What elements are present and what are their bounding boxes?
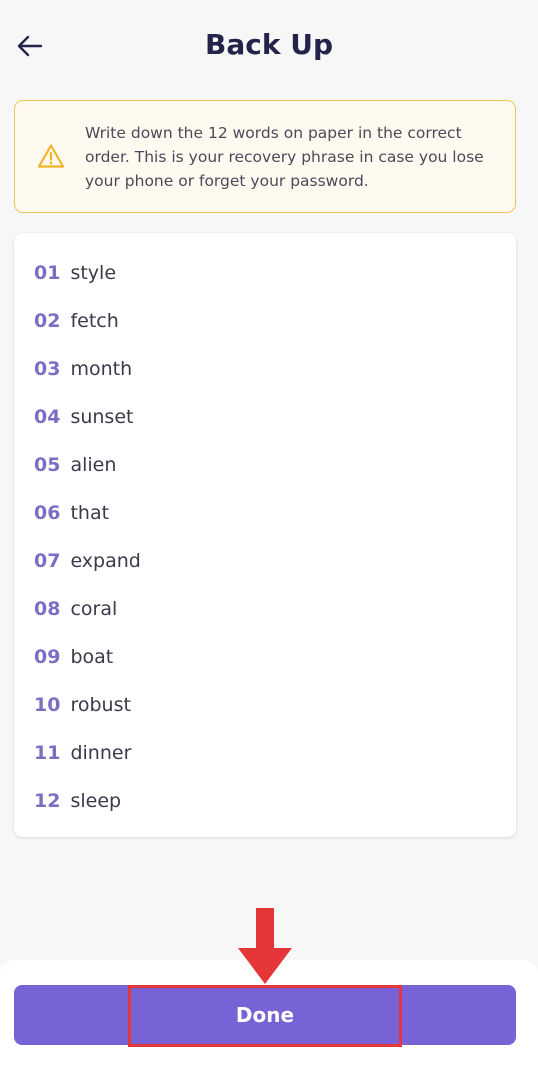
word-number: 05: [34, 454, 61, 476]
word-text: alien: [70, 454, 117, 476]
word-number: 04: [34, 406, 61, 428]
word-number: 03: [34, 358, 61, 380]
word-number: 01: [34, 262, 61, 284]
word-number: 12: [34, 790, 61, 812]
word-text: style: [70, 262, 117, 284]
word-number: 10: [34, 694, 61, 716]
phrase-word-item: 06 that: [34, 498, 109, 528]
word-number: 09: [34, 646, 61, 668]
word-number: 07: [34, 550, 61, 572]
word-number: 08: [34, 598, 61, 620]
phrase-word-item: 10 robust: [34, 690, 131, 720]
warning-text: Write down the 12 words on paper in the …: [85, 124, 484, 190]
done-button[interactable]: Done: [14, 985, 516, 1045]
phrase-word-item: 03 month: [34, 354, 132, 384]
header: Back Up: [0, 0, 538, 92]
word-text: that: [70, 502, 110, 524]
arrow-down-icon: [238, 908, 292, 984]
word-text: fetch: [70, 310, 119, 332]
recovery-phrase-list: 01 style 02 fetch 03 month 04 sunset 05 alien 06 th…: [14, 233, 516, 837]
word-text: sunset: [70, 406, 134, 428]
phrase-word-item: 07 expand: [34, 546, 141, 576]
word-text: sleep: [70, 790, 122, 812]
phrase-word-item: 11 dinner: [34, 738, 131, 768]
phrase-word-item: 02 fetch: [34, 306, 119, 336]
word-text: month: [70, 358, 133, 380]
phrase-word-item: 01 style: [34, 258, 116, 288]
word-text: dinner: [70, 742, 132, 764]
word-text: expand: [70, 550, 141, 572]
word-number: 11: [34, 742, 61, 764]
warning-banner: Write down the 12 words on paper in the …: [14, 100, 516, 213]
word-text: coral: [70, 598, 118, 620]
warning-triangle-icon: [37, 144, 65, 168]
phrase-word-item: 05 alien: [34, 450, 116, 480]
word-number: 06: [34, 502, 61, 524]
page-title: Back Up: [205, 28, 333, 61]
backup-screen: Back Up Write down the 12 words on paper…: [0, 0, 538, 1069]
phrase-word-item: 04 sunset: [34, 402, 133, 432]
word-text: robust: [70, 694, 131, 716]
phrase-word-item: 09 boat: [34, 642, 113, 672]
phrase-word-item: 12 sleep: [34, 786, 121, 816]
word-text: boat: [70, 646, 114, 668]
phrase-word-item: 08 coral: [34, 594, 117, 624]
word-number: 02: [34, 310, 61, 332]
